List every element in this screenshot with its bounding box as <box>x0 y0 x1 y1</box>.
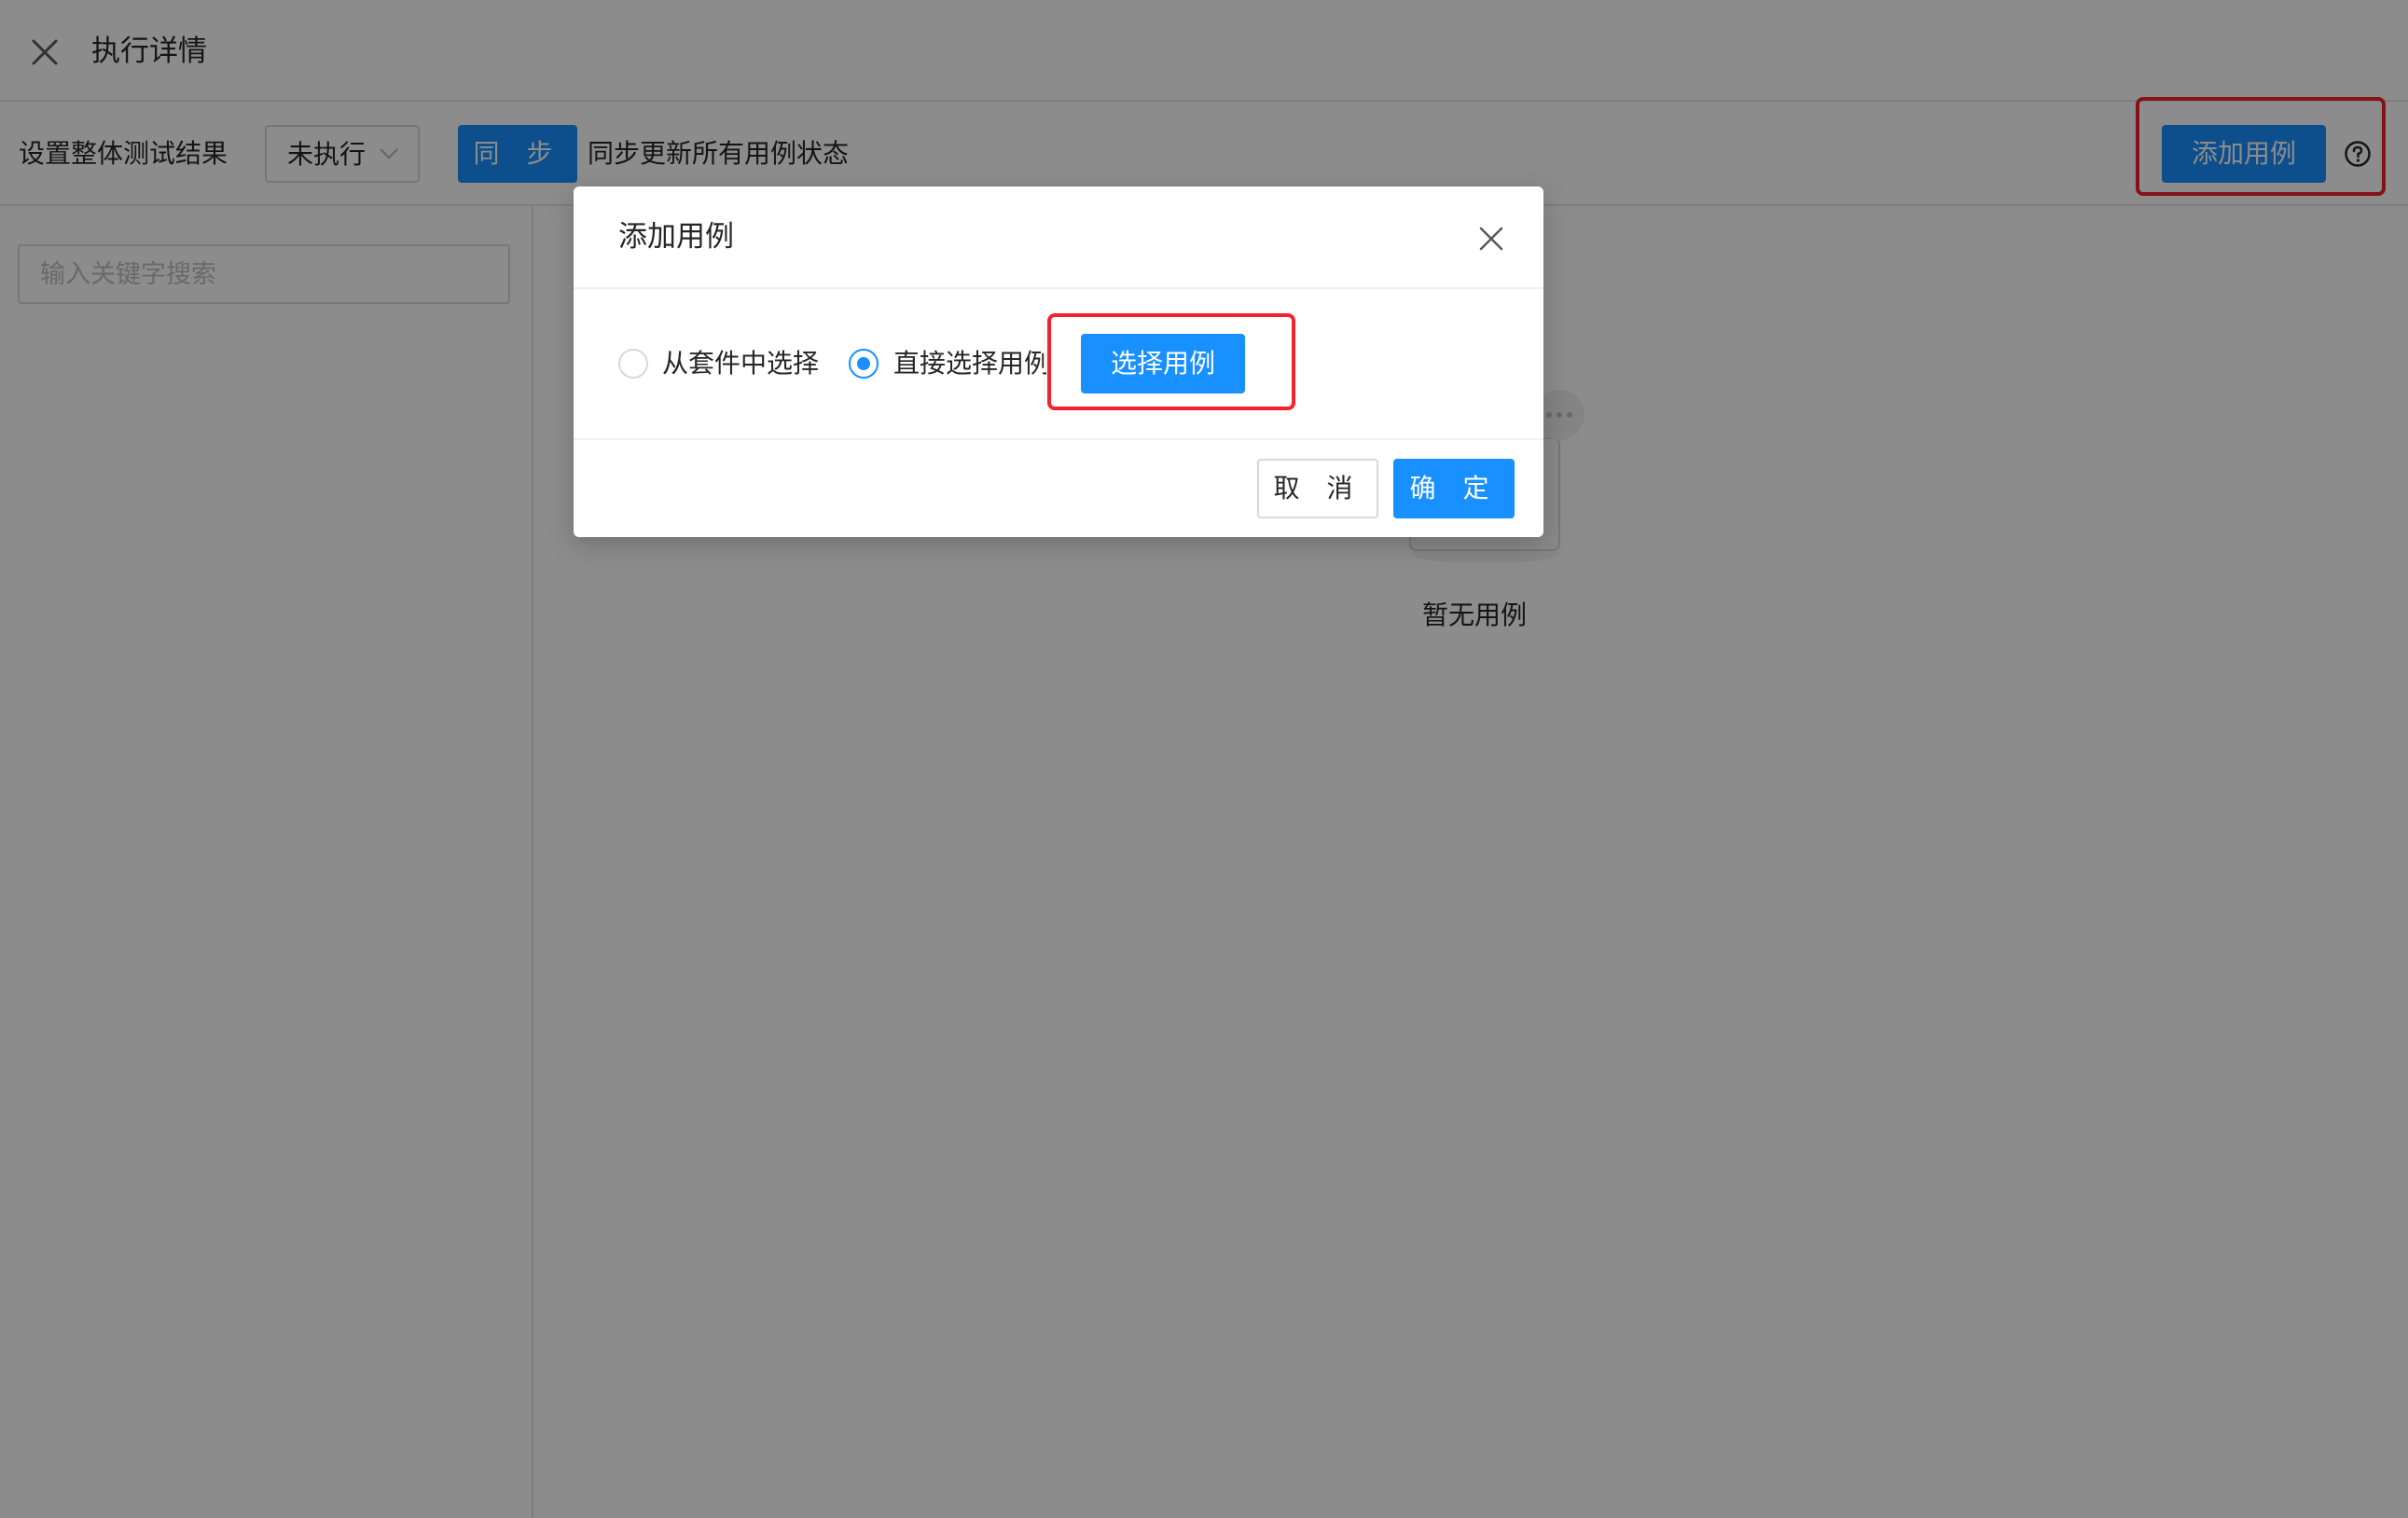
highlight-box-select-case <box>1047 313 1295 410</box>
ok-button[interactable]: 确 定 <box>1393 459 1515 518</box>
modal-footer-divider <box>574 438 1543 440</box>
radio-direct-select-label[interactable]: 直接选择用例 <box>893 343 1046 384</box>
radio-from-suite-label[interactable]: 从套件中选择 <box>662 343 819 384</box>
cancel-button[interactable]: 取 消 <box>1257 459 1378 518</box>
close-icon[interactable] <box>1476 224 1506 254</box>
modal-title: 添加用例 <box>618 220 734 254</box>
radio-direct-select[interactable] <box>849 349 879 379</box>
radio-from-suite[interactable] <box>618 349 648 379</box>
